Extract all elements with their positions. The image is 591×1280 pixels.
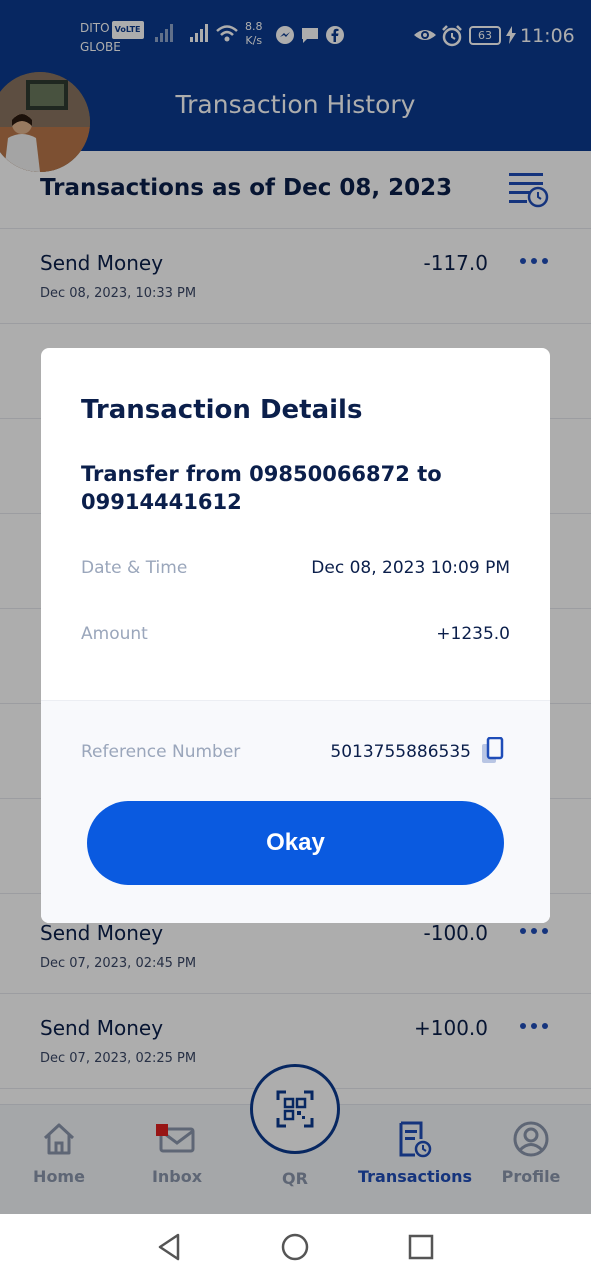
amount-value: +1235.0 — [436, 624, 510, 644]
reference-value: 5013755886535 — [330, 742, 471, 762]
reference-section: Reference Number 5013755886535 Okay — [41, 700, 550, 923]
transaction-details-dialog: Transaction Details Transfer from 098500… — [41, 348, 550, 923]
recents-icon[interactable] — [408, 1234, 434, 1260]
system-navigation-bar — [0, 1214, 591, 1280]
transfer-description: Transfer from 09850066872 to 09914441612 — [81, 462, 442, 514]
copy-icon[interactable] — [481, 737, 505, 765]
back-icon[interactable] — [156, 1232, 182, 1262]
okay-button[interactable]: Okay — [87, 801, 504, 885]
home-button-icon[interactable] — [281, 1233, 309, 1261]
reference-label: Reference Number — [81, 742, 241, 762]
amount-label: Amount — [81, 624, 148, 644]
date-time-value: Dec 08, 2023 10:09 PM — [311, 558, 510, 578]
date-time-label: Date & Time — [81, 558, 188, 578]
dialog-title: Transaction Details — [81, 395, 363, 425]
